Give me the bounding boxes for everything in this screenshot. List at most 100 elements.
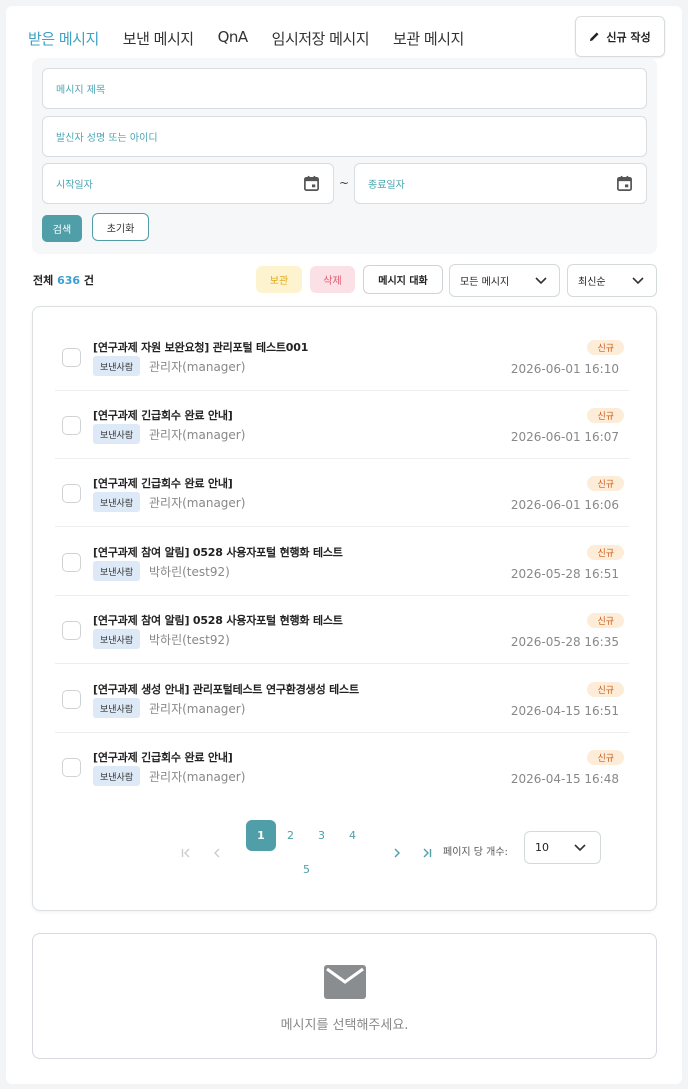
sender-placeholder: 발신자 성명 또는 아이디 [56,133,158,144]
sender-input[interactable]: 발신자 성명 또는 아이디 [42,116,647,157]
sender-tag: 보낸사람 [93,766,141,786]
sender-name: 박하린(test92) [149,633,230,647]
sort-select[interactable]: 최신순 [567,264,657,297]
first-page-icon[interactable] [181,848,191,858]
archive-button[interactable]: 보관 [256,266,302,293]
total-count-value: 636 [57,274,81,287]
message-row[interactable]: [연구과제 긴급회수 완료 안내] 보낸사람 관리자(manager) 신규 2… [55,391,629,459]
sender-name: 관리자(manager) [149,770,246,784]
message-title: [연구과제 참여 알림] 0528 사용자포털 현행화 테스트 [93,546,343,559]
sort-value: 최신순 [578,277,606,288]
message-date: 2026-05-28 16:35 [510,635,619,649]
search-panel: 메시지 제목 발신자 성명 또는 아이디 시작일자 ~ 종료일자 검색 초기화 [32,58,657,254]
per-page-label: 페이지 당 개수: [443,847,508,858]
chevron-down-icon [574,844,586,852]
reset-button[interactable]: 초기화 [92,213,149,241]
message-title: [연구과제 긴급회수 완료 안내] [93,409,233,422]
message-title: [연구과제 생성 안내] 관리포털테스트 연구환경생성 테스트 [93,683,359,696]
page-link[interactable]: 3 [318,829,325,842]
message-date: 2026-06-01 16:06 [510,498,619,512]
sender-name: 박하린(test92) [149,565,230,579]
total-suffix: 건 [83,274,95,287]
sender-tag: 보낸사람 [93,356,141,376]
row-checkbox[interactable] [62,484,81,503]
tab-inbox[interactable]: 받은 메시지 [28,28,99,49]
message-title: [연구과제 긴급회수 완료 안내] [93,477,233,490]
row-checkbox[interactable] [62,690,81,709]
chevron-down-icon [632,277,644,285]
message-title-placeholder: 메시지 제목 [56,85,106,96]
search-button[interactable]: 검색 [42,215,82,242]
pencil-icon [590,32,599,42]
page-current[interactable]: 1 [246,820,276,851]
message-detail-panel: 메시지를 선택해주세요. [32,933,657,1059]
message-conversation-button[interactable]: 메시지 대화 [363,265,443,294]
start-date-input[interactable]: 시작일자 [42,163,334,204]
total-prefix: 전체 [33,274,54,287]
sender-name: 관리자(manager) [149,360,246,374]
last-page-icon[interactable] [422,848,432,858]
message-date: 2026-06-01 16:10 [510,362,619,376]
new-message-label: 신규 작성 [606,30,651,44]
new-badge: 신규 [587,545,624,560]
calendar-icon[interactable] [616,175,633,192]
tab-qna[interactable]: QnA [218,28,249,49]
row-checkbox[interactable] [62,758,81,777]
message-tabs: 받은 메시지 보낸 메시지 QnA 임시저장 메시지 보관 메시지 [28,28,488,49]
sender-tag: 보낸사람 [93,629,141,649]
new-badge: 신규 [587,476,624,491]
end-date-input[interactable]: 종료일자 [354,163,647,204]
new-badge: 신규 [587,340,624,355]
page-link[interactable]: 4 [349,829,356,842]
delete-button[interactable]: 삭제 [310,266,355,293]
page-link[interactable]: 5 [303,863,310,876]
per-page-select[interactable]: 10 [524,831,601,864]
sender-tag: 보낸사람 [93,492,141,512]
per-page-value: 10 [535,841,549,854]
sender-name: 관리자(manager) [149,496,246,510]
row-checkbox[interactable] [62,416,81,435]
new-badge: 신규 [587,682,624,697]
chevron-down-icon [535,277,547,285]
message-row[interactable]: [연구과제 참여 알림] 0528 사용자포털 현행화 테스트 보낸사람 박하린… [55,596,629,664]
message-row[interactable]: [연구과제 긴급회수 완료 안내] 보낸사람 관리자(manager) 신규 2… [55,459,629,527]
date-range-separator: ~ [339,176,350,190]
sender-name: 관리자(manager) [149,428,246,442]
calendar-icon[interactable] [303,175,320,192]
message-row[interactable]: [연구과제 참여 알림] 0528 사용자포털 현행화 테스트 보낸사람 박하린… [55,528,629,596]
page-link[interactable]: 2 [287,829,294,842]
message-row[interactable]: [연구과제 긴급회수 완료 안내] 보낸사람 관리자(manager) 신규 2… [55,733,629,801]
message-date: 2026-06-01 16:07 [510,430,619,444]
row-checkbox[interactable] [62,621,81,640]
sender-tag: 보낸사람 [93,698,141,718]
envelope-icon [324,965,366,999]
sender-tag: 보낸사람 [93,561,141,581]
tab-sent[interactable]: 보낸 메시지 [123,28,194,49]
previous-page-icon[interactable] [212,848,222,858]
message-row[interactable]: [연구과제 자원 보완요청] 관리포털 테스트001 보낸사람 관리자(mana… [55,323,629,391]
message-date: 2026-04-15 16:51 [510,704,619,718]
tab-archived[interactable]: 보관 메시지 [393,28,464,49]
message-row[interactable]: [연구과제 생성 안내] 관리포털테스트 연구환경생성 테스트 보낸사람 관리자… [55,665,629,733]
message-date: 2026-05-28 16:51 [510,567,619,581]
sender-tag: 보낸사람 [93,424,141,444]
sender-name: 관리자(manager) [149,702,246,716]
tab-drafts[interactable]: 임시저장 메시지 [272,28,370,49]
start-date-placeholder: 시작일자 [56,180,93,191]
new-badge: 신규 [587,750,624,765]
new-badge: 신규 [587,408,624,423]
message-title: [연구과제 참여 알림] 0528 사용자포털 현행화 테스트 [93,614,343,627]
end-date-placeholder: 종료일자 [368,180,405,191]
new-message-button[interactable]: 신규 작성 [575,16,665,57]
message-page: 받은 메시지 보낸 메시지 QnA 임시저장 메시지 보관 메시지 신규 작성 … [6,6,682,1084]
empty-state-text: 메시지를 선택해주세요. [280,1018,409,1033]
message-title-input[interactable]: 메시지 제목 [42,68,647,109]
total-count: 전체 636 건 [33,272,94,288]
next-page-icon[interactable] [392,848,402,858]
row-checkbox[interactable] [62,553,81,572]
message-filter-select[interactable]: 모든 메시지 [449,264,560,297]
message-list: [연구과제 자원 보완요청] 관리포털 테스트001 보낸사람 관리자(mana… [32,306,657,911]
row-checkbox[interactable] [62,348,81,367]
message-date: 2026-04-15 16:48 [510,772,619,786]
message-filter-value: 모든 메시지 [460,277,510,288]
